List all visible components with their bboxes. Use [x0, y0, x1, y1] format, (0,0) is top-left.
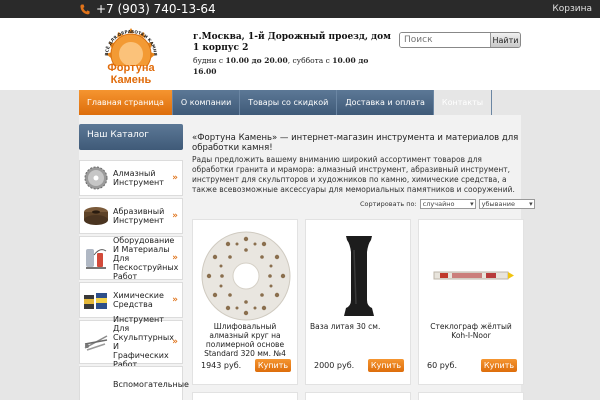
- address-line: г.Москва, 1-й Дорожный проезд, дом 1 кор…: [193, 32, 391, 53]
- catalog-item-label: Алмазный Инструмент: [113, 169, 164, 187]
- product-card[interactable]: Стеклограф жёлтый Koh-I-Noor 60 руб. Куп…: [418, 219, 524, 385]
- polishing-disc-image[interactable]: [193, 226, 299, 326]
- phone-icon: [80, 4, 90, 14]
- catalog-item-label: Абразивный Инструмент: [113, 207, 165, 225]
- nav-about[interactable]: О компании: [173, 90, 241, 115]
- nav-delivery[interactable]: Доставка и оплата: [337, 90, 434, 115]
- catalog-item-diamond-tools[interactable]: Алмазный Инструмент »: [79, 160, 183, 196]
- sort-controls: Сортировать по: случайно убывание: [360, 199, 535, 209]
- abrasive-wheel-icon: [83, 203, 109, 229]
- chevron-right-icon: »: [172, 253, 178, 263]
- catalog-list: Алмазный Инструмент » Абразивный Инструм…: [79, 160, 189, 400]
- nav-home[interactable]: Главная страница: [79, 90, 173, 115]
- chevron-right-icon: »: [172, 211, 178, 221]
- search-form: Найти: [399, 32, 521, 48]
- product-card-partial: [418, 392, 524, 400]
- product-price: 2000 руб.: [314, 361, 355, 370]
- catalog-item-auxiliary[interactable]: Вспомогательные: [79, 366, 189, 400]
- logo-text-line2: Камень: [110, 74, 152, 86]
- catalog-item-abrasive-tools[interactable]: Абразивный Инструмент »: [79, 198, 183, 234]
- chevron-right-icon: »: [172, 173, 178, 183]
- buy-button[interactable]: Купить: [368, 359, 404, 372]
- sort-field-select[interactable]: случайно: [419, 199, 476, 209]
- diamond-disc-icon: [83, 165, 109, 191]
- auxiliary-icon: [83, 371, 109, 397]
- logo-text-line1: Фортуна: [107, 62, 155, 74]
- catalog-item-sandblast[interactable]: Оборудование И Материалы Для Пескоструйн…: [79, 236, 183, 281]
- product-card-partial: [305, 392, 411, 400]
- sort-direction-select[interactable]: убывание: [478, 199, 535, 209]
- catalog-item-label: Оборудование И Материалы Для Пескоструйн…: [113, 235, 179, 281]
- wax-pencil-image[interactable]: [419, 226, 525, 326]
- phone-contact[interactable]: +7 (903) 740-13-64: [80, 1, 216, 17]
- catalog-sidebar: Наш Каталог Алмазный Инструмент » Абрази…: [79, 124, 189, 400]
- catalog-title: Наш Каталог: [79, 124, 183, 150]
- chevron-right-icon: »: [172, 295, 178, 305]
- store-address: г.Москва, 1-й Дорожный проезд, дом 1 кор…: [193, 32, 393, 77]
- product-card-partial: [192, 392, 298, 400]
- main-nav: Главная страница О компании Товары со ск…: [79, 90, 493, 115]
- product-price: 1943 руб.: [201, 361, 242, 370]
- product-name[interactable]: Шлифовальный алмазный круг на полимерной…: [197, 322, 293, 358]
- product-card[interactable]: Шлифовальный алмазный круг на полимерной…: [192, 219, 298, 385]
- chemicals-icon: [83, 287, 109, 313]
- cart-link[interactable]: Корзина: [552, 0, 592, 18]
- chevron-right-icon: »: [172, 337, 178, 347]
- search-button[interactable]: Найти: [490, 33, 520, 47]
- product-name[interactable]: Ваза литая 30 см.: [310, 322, 406, 331]
- sort-label: Сортировать по:: [360, 200, 417, 208]
- saw-blade-logo-icon: ВСЁ ДЛЯ ОБРАБОТКИ КАМНЯ: [104, 28, 158, 66]
- catalog-item-sculpting[interactable]: Инструмент Для Скульптурных И Графически…: [79, 315, 183, 369]
- product-name[interactable]: Стеклограф жёлтый Koh-I-Noor: [423, 322, 519, 340]
- nav-contacts[interactable]: Контакты: [434, 90, 493, 115]
- intro-text: Рады предложить вашему вниманию широкий …: [192, 155, 515, 194]
- catalog-item-label: Вспомогательные: [113, 379, 189, 389]
- phone-number[interactable]: +7 (903) 740-13-64: [96, 1, 216, 17]
- buy-button[interactable]: Купить: [255, 359, 291, 372]
- site-logo[interactable]: ВСЁ ДЛЯ ОБРАБОТКИ КАМНЯ Фортуна Камень: [96, 22, 166, 88]
- intro-heading: «Фортуна Камень» — интернет-магазин инст…: [192, 133, 519, 153]
- catalog-item-chemicals[interactable]: Химические Средства »: [79, 282, 183, 318]
- product-card[interactable]: Ваза литая 30 см. 2000 руб. Купить: [305, 219, 411, 385]
- nav-discounts[interactable]: Товары со скидкой: [240, 90, 338, 115]
- buy-button[interactable]: Купить: [481, 359, 517, 372]
- site-header: ВСЁ ДЛЯ ОБРАБОТКИ КАМНЯ Фортуна Камень г…: [0, 18, 600, 90]
- opening-hours: будни с 10.00 до 20.00, суббота с 10.00 …: [193, 56, 369, 76]
- granite-vase-image[interactable]: [306, 226, 412, 326]
- sculpting-tools-icon: [83, 329, 109, 355]
- search-input[interactable]: [400, 33, 490, 47]
- product-price: 60 руб.: [427, 361, 458, 370]
- sandblast-equipment-icon: [83, 245, 109, 271]
- top-bar: +7 (903) 740-13-64 Корзина: [0, 0, 600, 18]
- intro-section: «Фортуна Камень» — интернет-магазин инст…: [192, 133, 522, 195]
- catalog-item-label: Химические Средства: [113, 291, 164, 309]
